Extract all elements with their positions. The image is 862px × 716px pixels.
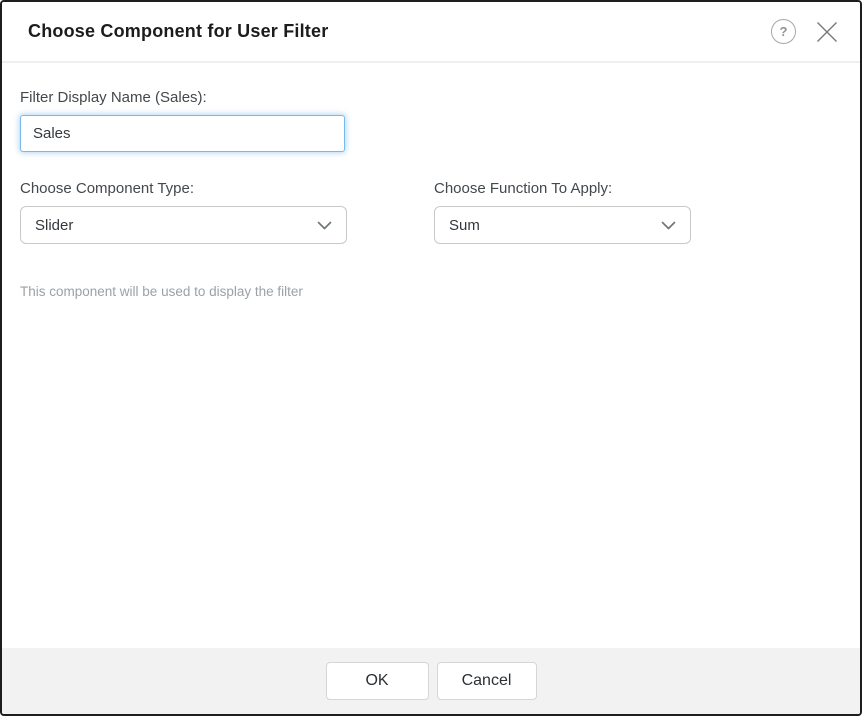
component-type-field: Choose Component Type: Slider — [20, 180, 347, 244]
header-icons: ? — [771, 19, 840, 45]
dialog-footer: OK Cancel — [2, 648, 860, 714]
function-field: Choose Function To Apply: Sum — [434, 180, 691, 244]
display-name-input[interactable] — [20, 115, 345, 152]
chevron-down-icon — [661, 221, 676, 230]
component-type-value: Slider — [35, 217, 317, 234]
helper-text: This component will be used to display t… — [20, 284, 832, 299]
dialog-title: Choose Component for User Filter — [28, 21, 771, 42]
dialog-header: Choose Component for User Filter ? — [2, 2, 860, 63]
help-glyph: ? — [780, 24, 788, 39]
selects-row: Choose Component Type: Slider Choose Fun… — [20, 180, 832, 244]
component-type-label: Choose Component Type: — [20, 180, 347, 197]
ok-button[interactable]: OK — [326, 662, 429, 700]
close-icon[interactable] — [814, 19, 840, 45]
cancel-button[interactable]: Cancel — [437, 662, 537, 700]
display-name-label: Filter Display Name (Sales): — [20, 89, 832, 106]
function-select[interactable]: Sum — [434, 206, 691, 244]
function-label: Choose Function To Apply: — [434, 180, 691, 197]
choose-component-dialog: Choose Component for User Filter ? Filte… — [0, 0, 862, 716]
function-value: Sum — [449, 217, 661, 234]
chevron-down-icon — [317, 221, 332, 230]
dialog-body: Filter Display Name (Sales): Choose Comp… — [2, 63, 860, 648]
component-type-select[interactable]: Slider — [20, 206, 347, 244]
help-icon[interactable]: ? — [771, 19, 796, 44]
